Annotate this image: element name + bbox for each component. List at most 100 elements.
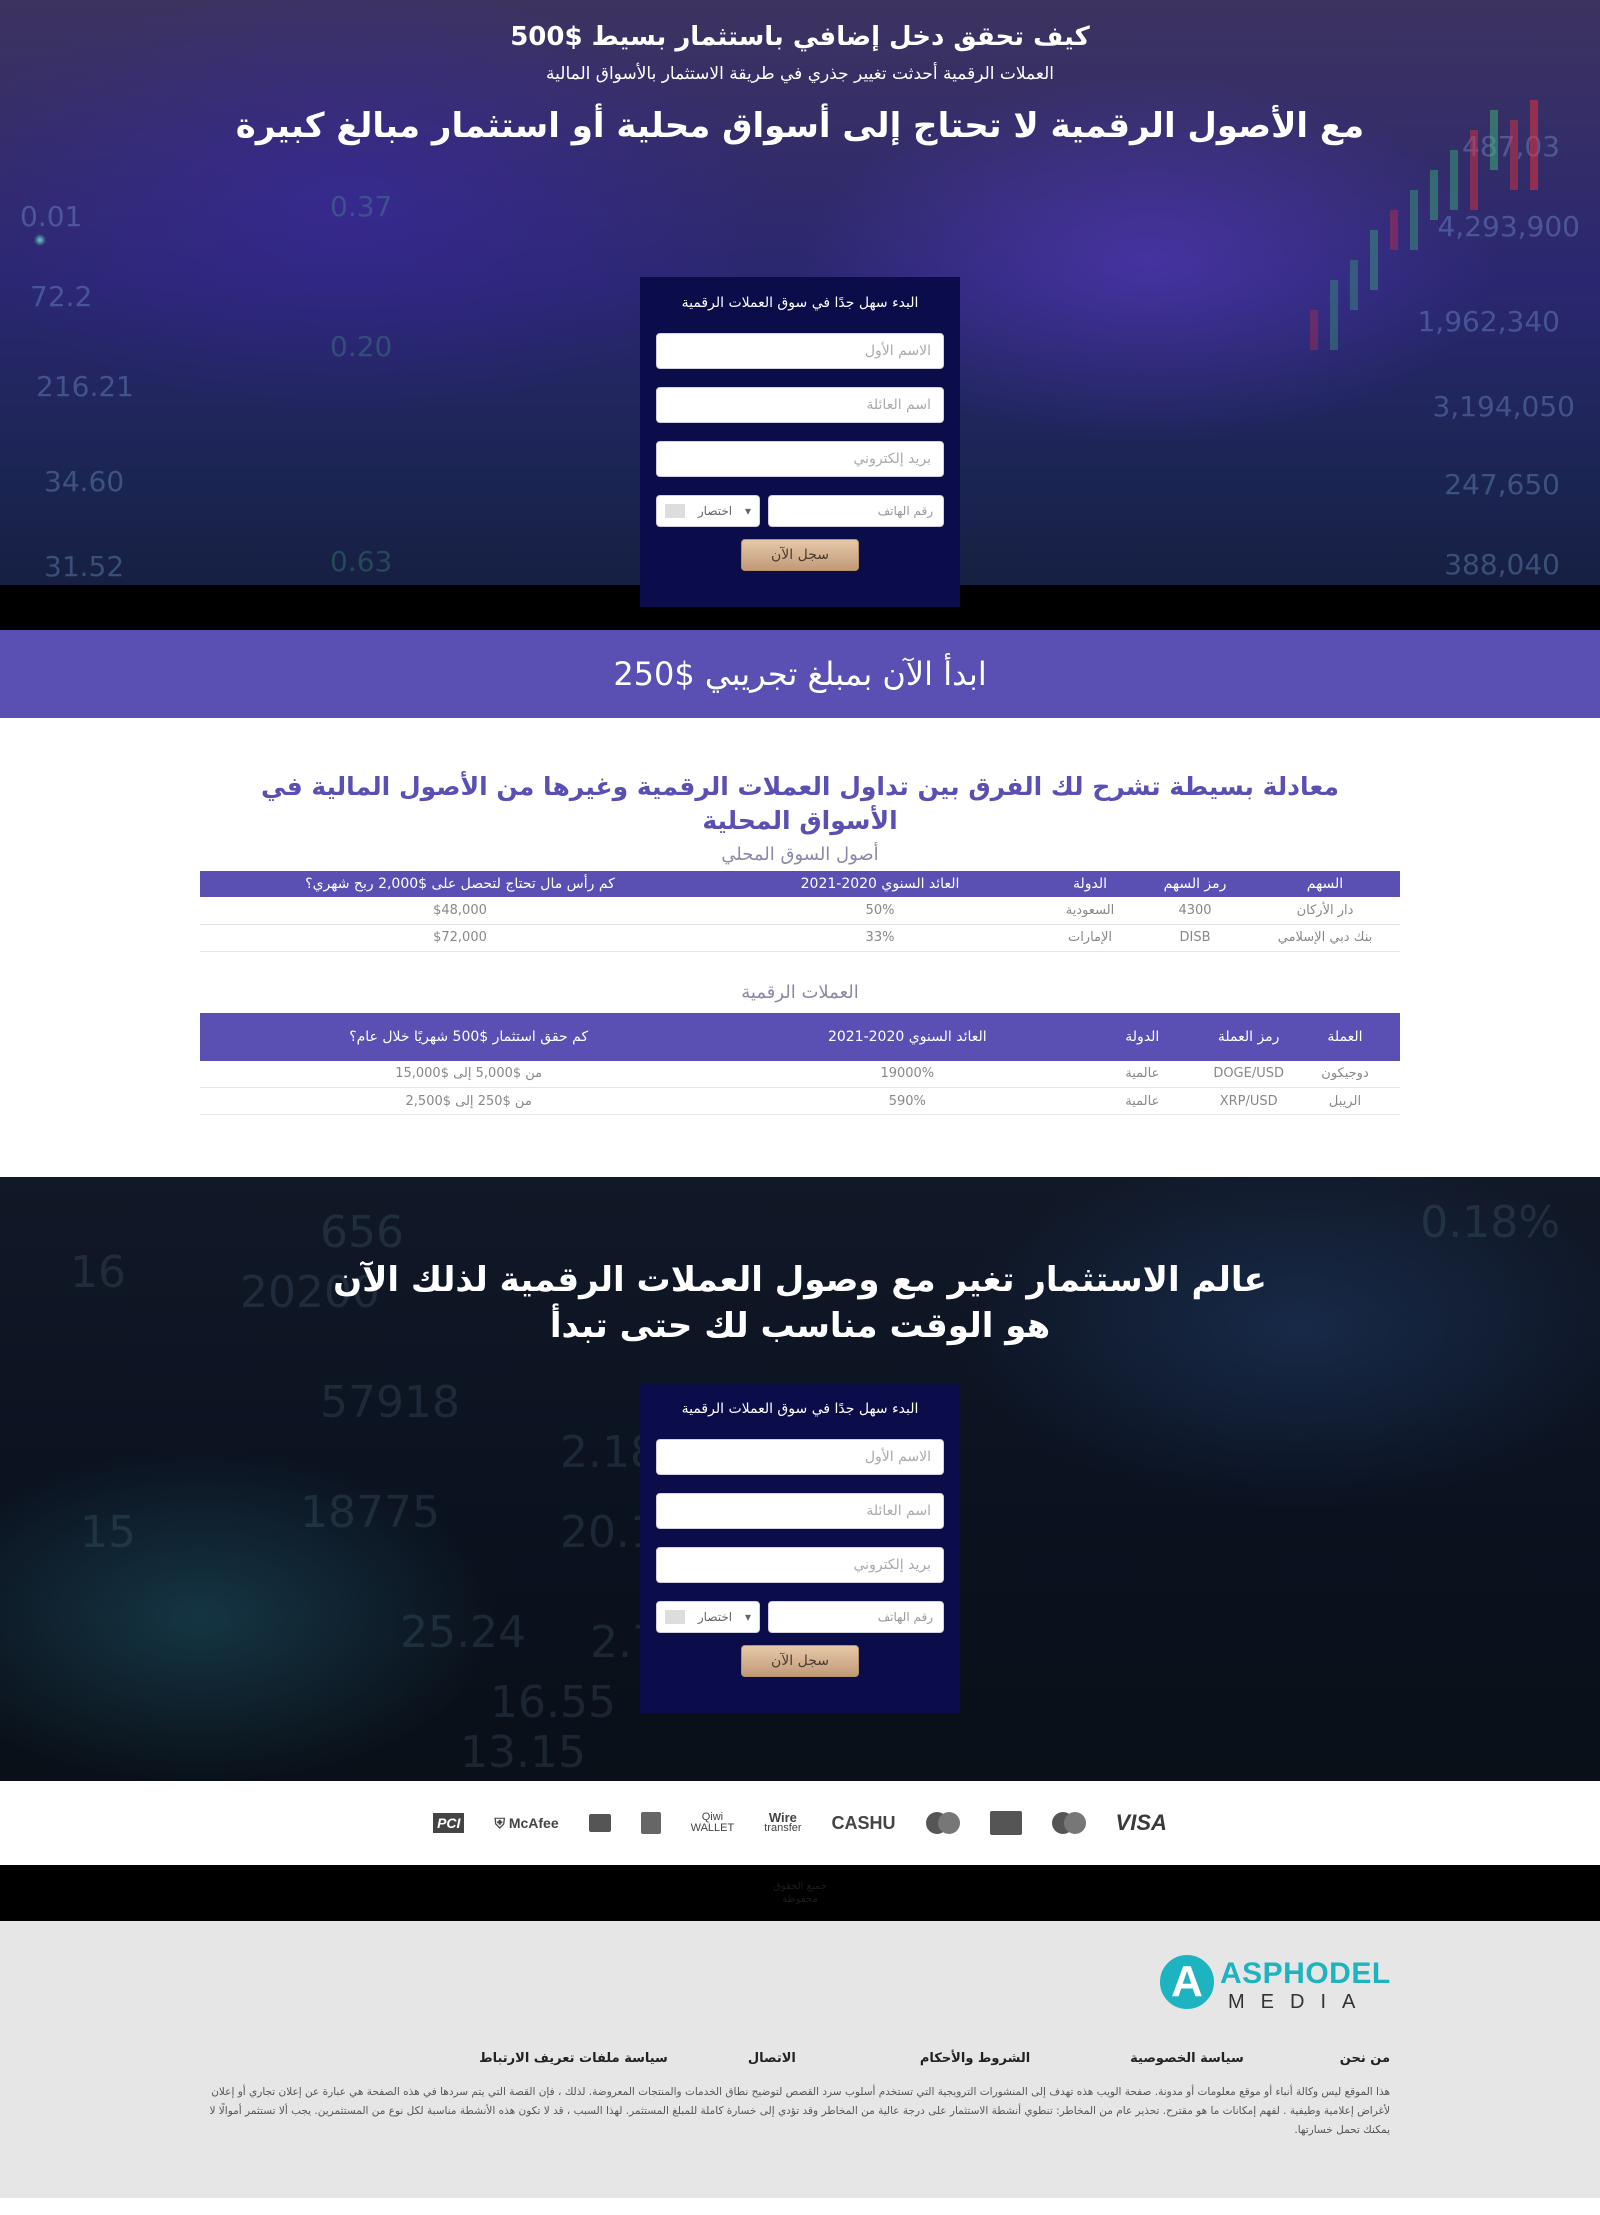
signup-form: البدء سهل جدًا في سوق العملات الرقمية ال… [640, 277, 960, 607]
caret-down-icon: ▾ [744, 504, 751, 518]
first-name-input[interactable]: الاسم الأول [656, 333, 944, 369]
table-row: بنك دبي الإسلامي DISB الإمارات 33% $72,0… [200, 924, 1400, 952]
footer-disclaimer: هذا الموقع ليس وكالة أنباء أو موقع معلوم… [209, 2086, 1390, 2136]
table-cell: $72,000 [200, 924, 720, 952]
flag-icon [665, 504, 686, 518]
form-title: البدء سهل جدًا في سوق العملات الرقمية [681, 1401, 919, 1417]
pci-logo: PCI [433, 1813, 465, 1833]
logo-letter: A [1160, 1955, 1214, 2009]
table-row: الريبل XRP/USD عالمية 590% من $250 إلى $… [200, 1087, 1400, 1115]
bg-number: 16 [70, 1247, 126, 1298]
table-cell: $48,000 [200, 897, 720, 925]
hero2-section: 16 20200 57918 18775 15 2.7 2.18 20.15 2… [0, 1177, 1600, 1781]
country-select-label: اختصار [697, 1610, 733, 1624]
cashu-logo: CASHU [831, 1812, 896, 1833]
bg-number: 0.37 [330, 190, 393, 223]
caret-down-icon: ▾ [744, 1610, 751, 1624]
wire-transfer-logo: Wire transfer [764, 1808, 801, 1838]
logo-word-2: MEDIA [1228, 1991, 1372, 2013]
maestro-logo [925, 1808, 960, 1838]
phone-input[interactable]: رقم الهاتف [768, 1601, 944, 1633]
mastercard-logo [1051, 1808, 1086, 1838]
crypto-table-caption: العملات الرقمية [741, 981, 859, 1003]
country-select-label: اختصار [697, 504, 733, 518]
bg-number: 0.20 [330, 330, 393, 363]
footer-link-terms[interactable]: الشروط والأحكام [920, 2051, 1030, 2066]
local-table-caption: أصول السوق المحلي [721, 844, 879, 865]
mcafee-logo: ⛨ McAfee [494, 1814, 559, 1832]
comparison-title: معادلة بسيطة تشرح لك الفرق بين تداول الع… [261, 772, 1339, 835]
table-header: الدولة [1040, 871, 1140, 897]
email-input[interactable]: بريد إلكتروني [656, 441, 944, 477]
crypto-assets-table: العملة رمز العملة الدولة العائد السنوي 2… [200, 1012, 1400, 1115]
table-cell: 4300 [1140, 897, 1250, 925]
footer-link-cookies[interactable]: سياسة ملفات تعريف الارتباط [479, 2051, 668, 2066]
bg-number: 57918 [320, 1377, 460, 1428]
footer-nav: من نحن سياسة الخصوصية الشروط والأحكام ال… [479, 2051, 1390, 2066]
bg-number: 72.2 [30, 280, 93, 313]
footer-link-contact[interactable]: الاتصال [748, 2051, 796, 2066]
mcafee-label: McAfee [508, 1815, 559, 1831]
footer: A ASPHODEL MEDIA من نحن سياسة الخصوصية ا… [0, 1921, 1600, 2198]
bg-number: 18775 [300, 1487, 440, 1538]
bg-number: 34.60 [44, 465, 125, 498]
trial-banner: ابدأ الآن بمبلغ تجريبي $250 [0, 630, 1600, 718]
footer-link-privacy[interactable]: سياسة الخصوصية [1130, 2051, 1244, 2066]
table-header: كم حقق استثمار $500 شهريًا خلال عام؟ [200, 1012, 738, 1061]
bg-number: 13.15 [460, 1727, 586, 1778]
last-name-input[interactable]: اسم العائلة [656, 1493, 944, 1529]
table-header: رمز العملة [1207, 1012, 1290, 1061]
table-cell: عالمية [1077, 1060, 1208, 1088]
table-row: دار الأركان 4300 السعودية 50% $48,000 [200, 897, 1400, 925]
bg-number: 31.52 [44, 550, 125, 583]
table-cell: عالمية [1077, 1087, 1208, 1115]
table-cell: 590% [737, 1087, 1078, 1115]
qiwi-line2: WALLET [690, 1822, 735, 1834]
register-button[interactable]: سجل الآن [741, 1645, 859, 1677]
amex-logo [588, 1808, 611, 1838]
table-cell: الريبل [1290, 1087, 1400, 1115]
bg-number: 656 [320, 1207, 404, 1258]
visa-electron-logo [989, 1808, 1022, 1838]
flag-icon [665, 1610, 686, 1624]
register-button[interactable]: سجل الآن [741, 539, 859, 571]
copyright-strip: جميع الحقوق محفوظة [0, 1865, 1600, 1921]
table-header: رمز السهم [1140, 871, 1250, 897]
hero-heading-small: كيف تحقق دخل إضافي باستثمار بسيط $500 [510, 22, 1090, 52]
table-header: العائد السنوي 2020-2021 [720, 871, 1040, 897]
table-row: دوجيكون DOGE/USD عالمية 19000% من $5,000… [200, 1060, 1400, 1088]
country-code-select[interactable]: ▾ اختصار [656, 1601, 760, 1633]
first-name-input[interactable]: الاسم الأول [656, 1439, 944, 1475]
table-cell: DOGE/USD [1207, 1060, 1290, 1088]
country-code-select[interactable]: ▾ اختصار [656, 495, 760, 527]
visa-logo: VISA [1115, 1810, 1167, 1835]
bg-number: 216.21 [36, 370, 134, 403]
table-header: العملة [1290, 1012, 1400, 1061]
table-header: السهم [1250, 871, 1400, 897]
footer-link-about[interactable]: من نحن [1340, 2051, 1390, 2066]
table-cell: 33% [720, 924, 1040, 952]
hero-section: 0.01 72.2 216.21 34.60 31.52 0.37 0.20 0… [0, 0, 1600, 630]
table-cell: 50% [720, 897, 1040, 925]
last-name-input[interactable]: اسم العائلة [656, 387, 944, 423]
copyright-text: جميع الحقوق محفوظة [773, 1881, 827, 1905]
table-header: العائد السنوي 2020-2021 [737, 1012, 1078, 1061]
table-header: كم رأس مال تحتاج لتحصل على $2,000 ربح شه… [200, 871, 720, 897]
form-title: البدء سهل جدًا في سوق العملات الرقمية [681, 295, 919, 311]
email-input[interactable]: بريد إلكتروني [656, 1547, 944, 1583]
bg-number: 15 [80, 1507, 136, 1558]
comparison-section: معادلة بسيطة تشرح لك الفرق بين تداول الع… [0, 718, 1600, 1177]
table-cell: بنك دبي الإسلامي [1250, 924, 1400, 952]
table-cell: XRP/USD [1207, 1087, 1290, 1115]
phone-input[interactable]: رقم الهاتف [768, 495, 944, 527]
bg-number: 0.01 [20, 200, 83, 233]
table-cell: الإمارات [1040, 924, 1140, 952]
wire-line2: transfer [764, 1822, 802, 1834]
bg-number: 0.63 [330, 545, 393, 578]
trial-banner-text: ابدأ الآن بمبلغ تجريبي $250 [613, 655, 987, 693]
hero-subheading: العملات الرقمية أحدثت تغيير جذري في طريق… [546, 64, 1054, 84]
qiwi-logo: Qiwi WALLET [691, 1808, 735, 1838]
table-cell: دوجيكون [1290, 1060, 1400, 1088]
bg-number: 0.18% [1420, 1197, 1560, 1248]
verified-logo [640, 1808, 661, 1838]
